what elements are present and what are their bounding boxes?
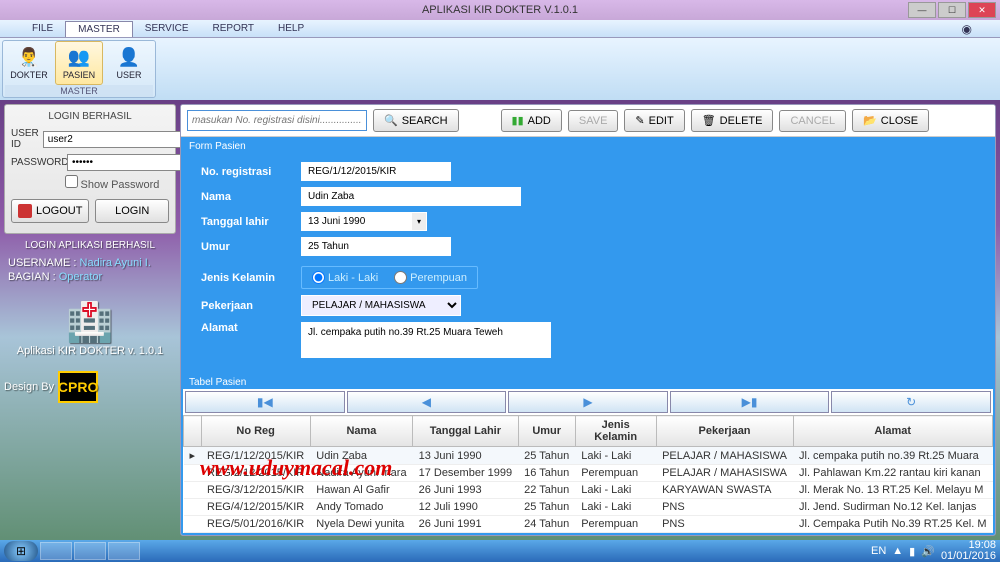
menu-master[interactable]: MASTER: [65, 21, 133, 37]
search-input[interactable]: [187, 110, 367, 131]
show-password-checkbox[interactable]: [65, 175, 78, 188]
menu-service[interactable]: SERVICE: [133, 21, 201, 36]
table-row[interactable]: REG/3/12/2015/KIRHawan Al Gafir26 Juni 1…: [184, 482, 993, 499]
data-table: No Reg Nama Tanggal Lahir Umur Jenis Kel…: [183, 415, 993, 533]
date-dropdown-icon[interactable]: ▾: [411, 212, 427, 231]
clock[interactable]: 19:08 01/01/2016: [941, 540, 996, 562]
save-button[interactable]: SAVE: [568, 110, 619, 132]
system-tray: EN ▲ ▮ 🔊 19:08 01/01/2016: [871, 540, 996, 562]
help-icon[interactable]: ◉: [954, 22, 980, 36]
alamat-textarea[interactable]: Jl. cempaka putih no.39 Rt.25 Muara Tewe…: [301, 322, 551, 358]
show-password-label: Show Password: [81, 179, 160, 191]
nav-last-button[interactable]: ▶▮: [670, 391, 830, 413]
doctor-icon: 👨‍⚕️: [18, 47, 40, 68]
task-item[interactable]: [74, 542, 106, 560]
ribbon: 👨‍⚕️ DOKTER 👥 PASIEN 👤 USER MASTER: [0, 38, 1000, 100]
login-button[interactable]: LOGIN: [95, 199, 169, 223]
tray-battery-icon[interactable]: ▮: [909, 545, 915, 558]
app-icon-box: 🏥 Aplikasi KIR DOKTER v. 1.0.1: [4, 301, 176, 357]
app-title: APLIKASI KIR DOKTER V.1.0.1: [422, 4, 578, 16]
umur-input[interactable]: [301, 237, 451, 256]
ribbon-pasien-button[interactable]: 👥 PASIEN: [55, 41, 103, 85]
task-item[interactable]: [108, 542, 140, 560]
table-row[interactable]: REG/4/12/2015/KIRAndy Tomado12 Juli 1990…: [184, 499, 993, 516]
nav-refresh-button[interactable]: ↻: [831, 391, 991, 413]
hospital-icon: 🏥: [4, 301, 176, 345]
username-value: Nadira Ayuni I.: [80, 257, 151, 269]
nav-next-button[interactable]: ▶: [508, 391, 668, 413]
tray-flag-icon[interactable]: ▲: [892, 545, 903, 557]
app-footer-label: Aplikasi KIR DOKTER v. 1.0.1: [4, 345, 176, 357]
menubar: FILE MASTER SERVICE REPORT HELP ◉: [0, 20, 1000, 38]
search-button[interactable]: 🔍SEARCH: [373, 109, 459, 132]
menu-report[interactable]: REPORT: [201, 21, 267, 36]
nav-prev-button[interactable]: ◀: [347, 391, 507, 413]
bagian-value: Operator: [59, 271, 102, 283]
search-icon: 🔍: [384, 114, 398, 127]
delete-button[interactable]: 🗑DELETE: [691, 109, 774, 132]
menu-file[interactable]: FILE: [20, 21, 65, 36]
toolbar: 🔍SEARCH ▮▮ADD SAVE ✎EDIT 🗑DELETE CANCEL …: [181, 105, 995, 137]
password-label: PASSWORD: [11, 157, 63, 168]
ribbon-dokter-button[interactable]: 👨‍⚕️ DOKTER: [5, 41, 53, 85]
lang-indicator[interactable]: EN: [871, 545, 886, 557]
nama-input[interactable]: [301, 187, 521, 206]
maximize-button[interactable]: ☐: [938, 2, 966, 18]
table-row[interactable]: ▸REG/1/12/2015/KIRUdin Zaba13 Juni 19902…: [184, 447, 993, 465]
login-title: LOGIN BERHASIL: [11, 109, 169, 128]
noreg-input[interactable]: [301, 162, 451, 181]
userid-input[interactable]: [43, 131, 185, 148]
ribbon-user-button[interactable]: 👤 USER: [105, 41, 153, 85]
login-info: LOGIN APLIKASI BERHASIL USERNAME : Nadir…: [4, 240, 176, 285]
minimize-button[interactable]: —: [908, 2, 936, 18]
radio-perempuan[interactable]: Perempuan: [394, 271, 467, 284]
cancel-button[interactable]: CANCEL: [779, 110, 846, 132]
tabel-pasien: Tabel Pasien ▮◀ ◀ ▶ ▶▮ ↻ No Reg Nama Tan…: [181, 374, 995, 535]
tray-volume-icon[interactable]: 🔊: [921, 545, 935, 558]
close-button[interactable]: 📂CLOSE: [852, 109, 929, 132]
edit-button[interactable]: ✎EDIT: [624, 109, 684, 132]
table-row[interactable]: REG/5/01/2016/KIRNyela Dewi yunita26 Jun…: [184, 516, 993, 533]
tanggal-input[interactable]: [301, 212, 411, 231]
main-panel: 🔍SEARCH ▮▮ADD SAVE ✎EDIT 🗑DELETE CANCEL …: [180, 104, 996, 536]
logout-button[interactable]: LOGOUT: [11, 199, 89, 223]
add-icon: ▮▮: [512, 114, 524, 127]
start-button[interactable]: ⊞: [4, 541, 38, 561]
userid-label: USER ID: [11, 128, 39, 150]
taskbar: ⊞ EN ▲ ▮ 🔊 19:08 01/01/2016: [0, 540, 1000, 562]
logout-icon: [18, 204, 32, 218]
nav-first-button[interactable]: ▮◀: [185, 391, 345, 413]
cpro-logo: CPRO: [58, 371, 98, 403]
pekerjaan-select[interactable]: PELAJAR / MAHASISWA: [301, 295, 461, 316]
form-pasien: Form Pasien No. registrasi Nama Tanggal …: [181, 137, 995, 374]
design-by: Design By CPRO: [4, 371, 176, 403]
login-box: LOGIN BERHASIL USER ID PASSWORD Show Pas…: [4, 104, 176, 234]
close-icon: 📂: [863, 114, 877, 127]
edit-icon: ✎: [635, 114, 644, 127]
user-icon: 👤: [118, 47, 140, 68]
menu-help[interactable]: HELP: [266, 21, 316, 36]
table-row[interactable]: REG/2/12/2015/KIRNadira Ayuni Inara17 De…: [184, 465, 993, 482]
titlebar: APLIKASI KIR DOKTER V.1.0.1 — ☐ ✕: [0, 0, 1000, 20]
delete-icon: 🗑: [702, 114, 716, 127]
radio-laki[interactable]: Laki - Laki: [312, 271, 378, 284]
window-close-button[interactable]: ✕: [968, 2, 996, 18]
task-item[interactable]: [40, 542, 72, 560]
patient-icon: 👥: [68, 47, 90, 68]
left-panel: LOGIN BERHASIL USER ID PASSWORD Show Pas…: [4, 104, 176, 536]
ribbon-group-label: MASTER: [5, 85, 153, 97]
add-button[interactable]: ▮▮ADD: [501, 109, 562, 132]
